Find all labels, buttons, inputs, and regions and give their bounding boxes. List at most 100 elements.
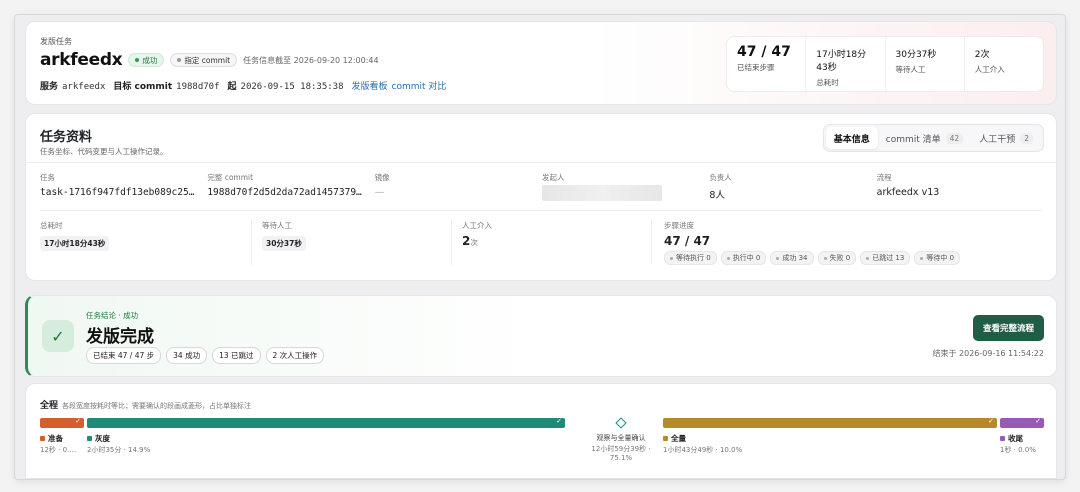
segment-label-wrapup: 收尾	[1000, 433, 1023, 444]
tab-commit-list-label: commit 清单	[885, 134, 941, 145]
ended-at: 结束于 2026-09-16 11:54:22	[932, 349, 1044, 358]
stat-manual-label: 人工介入	[974, 65, 1005, 74]
check-icon: ✓	[42, 320, 74, 352]
progress-chip: 等待中 0	[914, 251, 961, 265]
progress-chip-label: 已跳过 13	[872, 254, 905, 262]
tab-commit-list-count: 42	[945, 132, 964, 144]
milestone-label: 观察与全量确认 12小时59分39秒 · 75.1%	[581, 433, 661, 464]
timeline-note: 各段宽度按耗时等比；需要确认的段画成菱形，占比单独标注	[62, 402, 252, 410]
progress-chip-label: 失败 0	[829, 254, 851, 262]
metric-manual-value: 2次	[462, 234, 641, 248]
commit-mode-label: 指定 commit	[184, 55, 231, 65]
segment-name: 全量	[671, 434, 686, 443]
segment-sub-canary: 2小时35分 · 14.9%	[87, 446, 151, 454]
field-task-value[interactable]: task-1716f947fdf13eb089c25…	[40, 187, 207, 198]
result-title: 发版完成	[86, 327, 154, 347]
stat-wait: 30分37秒 等待人工	[886, 37, 965, 91]
milestone-sub: 12小时59分39秒 · 75.1%	[581, 445, 661, 464]
service-label: 服务	[40, 82, 59, 92]
progress-chip: 成功 34	[770, 251, 814, 265]
release-board-link[interactable]: 发版看板	[352, 79, 388, 92]
divider	[40, 210, 1042, 211]
field-image-label: 镜像	[374, 173, 390, 182]
progress-chip: 已跳过 13	[860, 251, 911, 265]
metric-wait-value: 30分37秒	[262, 236, 306, 251]
header-kicker: 发版任务	[40, 37, 72, 46]
target-commit-label: 目标 commit	[113, 82, 173, 92]
stat-wait-value: 30分37秒	[895, 50, 937, 60]
commit-mode-badge: 指定 commit	[170, 53, 238, 67]
segment-bar-prepare[interactable]: ✓	[40, 417, 84, 428]
progress-chips: 等待执行 0 执行中 0 成功 34 失败 0 已跳过 13 等待中 0	[664, 251, 961, 265]
stat-steps: 47 / 47 已结束步骤	[727, 37, 807, 91]
status-badge-label: 成功	[142, 55, 158, 65]
timeline-title-text: 全程	[40, 401, 59, 411]
result-chip: 2 次人工操作	[265, 347, 325, 364]
segment-bar-full[interactable]: ✓	[663, 417, 997, 428]
check-icon: ✓	[556, 417, 562, 425]
timeline-card: 全程 各段宽度按耗时等比；需要确认的段画成菱形，占比单独标注 ✓ ✓ ✓ ✓ 准备…	[25, 383, 1057, 479]
segment-name: 灰度	[95, 434, 110, 443]
segment-sub-wrapup: 1秒 · 0.0%	[1000, 446, 1036, 454]
target-commit-value: 1988d70f	[176, 82, 220, 92]
task-info-card: 任务资料 任务坐标、代码变更与人工操作记录。 基本信息 commit 清单 42 …	[25, 113, 1057, 281]
legend-square-icon	[1000, 436, 1005, 441]
segment-name: 收尾	[1008, 434, 1023, 443]
progress-chip-label: 执行中 0	[732, 254, 761, 262]
progress-chip-label: 成功 34	[782, 254, 808, 262]
segment-bar-wrapup[interactable]: ✓	[1000, 417, 1044, 428]
divider	[26, 162, 1056, 163]
progress-chip: 执行中 0	[720, 251, 767, 265]
tab-commit-list[interactable]: commit 清单 42	[878, 127, 971, 149]
commit-dot-icon	[177, 58, 182, 62]
field-owner: 负责人 8人	[709, 172, 876, 201]
chip-dot-icon	[670, 256, 673, 260]
metric-total-value: 17小时18分43秒	[40, 236, 110, 251]
field-owner-value[interactable]: 8人	[709, 187, 876, 201]
metric-wait: 等待人工 30分37秒	[252, 220, 452, 265]
legend-square-icon	[40, 436, 45, 441]
header-title-row: arkfeedx 成功 指定 commit 任务信息截至 2026-09-20 …	[40, 50, 379, 70]
legend-square-icon	[87, 436, 92, 441]
stat-duration-value: 17小时18分43秒	[816, 50, 867, 73]
metric-progress-label: 步骤进度	[664, 221, 694, 230]
stat-manual: 2次 人工介入	[965, 37, 1043, 91]
tab-basic-info-label: 基本信息	[833, 134, 870, 145]
result-chips: 已结束 47 / 47 步 34 成功 13 已跳过 2 次人工操作	[86, 347, 325, 364]
tab-manual-intervention-count: 2	[1020, 132, 1033, 144]
status-dot-icon	[135, 58, 140, 62]
view-full-flow-button[interactable]: 查看完整流程	[972, 315, 1044, 341]
status-badge: 成功	[128, 53, 165, 67]
chip-dot-icon	[866, 256, 870, 260]
stat-steps-value: 47 / 47	[737, 44, 791, 60]
chip-dot-icon	[823, 256, 827, 260]
field-image: 镜像 —	[375, 172, 542, 201]
field-commit-value[interactable]: 1988d70f2d5d2da72ad1457379…	[207, 187, 374, 198]
segment-label-prepare: 准备	[40, 433, 63, 444]
timeline-title: 全程 各段宽度按耗时等比；需要确认的段画成菱形，占比单独标注	[40, 398, 251, 411]
tab-manual-intervention[interactable]: 人工干预 2	[971, 127, 1041, 149]
milestone-sub-line: 75.1%	[609, 454, 633, 463]
chip-dot-icon	[726, 256, 730, 260]
tab-basic-info[interactable]: 基本信息	[825, 127, 878, 149]
field-flow-label: 流程	[876, 173, 892, 182]
check-icon: ✓	[75, 417, 81, 425]
metric-wait-label: 等待人工	[262, 221, 292, 230]
info-title: 任务资料	[40, 130, 93, 145]
milestone-diamond-icon[interactable]	[615, 417, 627, 429]
info-fields: 任务 task-1716f947fdf13eb089c25… 完整 commit…	[40, 172, 1044, 201]
metric-manual-label: 人工介入	[462, 221, 492, 230]
stat-steps-label: 已结束步骤	[737, 63, 775, 72]
segment-bar-canary[interactable]: ✓	[87, 417, 565, 428]
metric-total: 总耗时 17小时18分43秒	[40, 220, 252, 265]
milestone-sub-line: 12小时59分39秒 ·	[591, 445, 651, 453]
app-name: arkfeedx	[40, 50, 123, 70]
result-card: ✓ 任务结论 · 成功 发版完成 已结束 47 / 47 步 34 成功 13 …	[25, 295, 1057, 377]
result-chip: 34 成功	[166, 347, 208, 364]
as-of-text: 任务信息截至 2026-09-20 12:00:44	[243, 55, 379, 65]
start-label: 起	[227, 82, 237, 92]
commit-compare-link[interactable]: commit 对比	[392, 79, 447, 92]
service-value: arkfeedx	[62, 82, 106, 92]
initiator-redacted	[541, 185, 662, 201]
field-owner-label: 负责人	[709, 173, 732, 182]
